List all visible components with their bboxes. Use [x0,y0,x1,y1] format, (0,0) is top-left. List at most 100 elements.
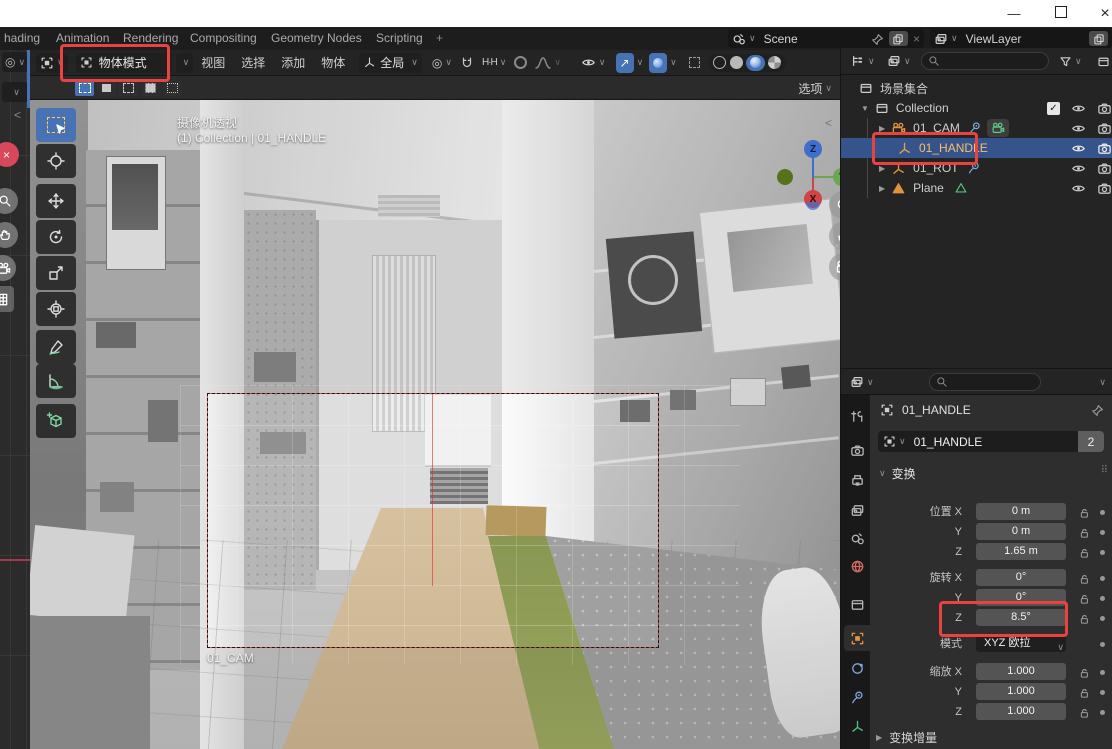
select-mode-extend-button[interactable] [97,80,116,96]
new-scene-button[interactable] [889,31,908,46]
scale-x-field[interactable]: 1.000 [976,663,1066,680]
clipped-header-button[interactable]: ◎∨ [2,52,28,72]
pin-id-icon[interactable] [1091,403,1104,417]
sidebar-collapse-icon[interactable]: < [825,116,832,130]
chevron-down-icon[interactable]: ∨ [637,57,644,68]
lock-icon[interactable] [1078,591,1090,605]
camera-frame[interactable] [207,393,659,648]
tab-physics[interactable] [844,655,871,681]
outliner-row-collection[interactable]: ▼ Collection ✓ [841,98,1112,118]
proportional-falloff-button[interactable]: ∨ [531,53,565,73]
scene-selector[interactable]: ∨ Scene × [728,29,924,48]
tab-tool[interactable] [844,403,871,429]
viewport-3d[interactable]: 01_CAM 摄像机透视 (1) Collection | 01_HANDLE … [30,100,840,749]
tool-cursor[interactable] [36,144,76,178]
hide-eye-icon[interactable] [1071,141,1086,156]
tab-view-layer[interactable] [844,497,871,523]
users-count-badge[interactable]: 2 [1078,431,1104,452]
outliner-row-plane[interactable]: ▶ Plane [841,178,1112,198]
render-visibility-icon[interactable] [1097,181,1112,196]
gizmo-z-ball[interactable]: Z [804,140,822,158]
tab-constraints[interactable] [844,684,871,710]
tool-select-box[interactable] [36,108,76,142]
expand-icon[interactable]: ▶ [879,184,885,193]
menu-select[interactable]: 选择 [233,50,273,76]
chevron-down-icon[interactable]: ∨ [670,57,677,68]
tool-add-cube[interactable] [36,404,76,438]
tool-move[interactable] [36,184,76,218]
hide-eye-icon[interactable] [1071,101,1086,116]
outliner-display-mode-button[interactable]: ∨ [883,51,915,71]
animate-dot[interactable] [1100,616,1105,621]
tool-annotate[interactable] [36,330,76,364]
proportional-edit-button[interactable] [510,53,531,73]
viewlayer-selector[interactable]: ∨ ViewLayer [930,29,1112,48]
delta-transform-panel-header[interactable]: ▶ 变换增量 [876,729,937,746]
pin-icon[interactable] [871,31,884,45]
render-visibility-icon[interactable] [1097,141,1112,156]
select-mode-intersect-button[interactable] [163,80,182,96]
menu-view[interactable]: 视图 [193,50,233,76]
select-mode-subtract-button[interactable] [119,80,138,96]
menu-object[interactable]: 物体 [313,50,353,76]
outliner-editor-type-button[interactable]: ∨ [847,51,879,71]
close-button[interactable]: × [1090,3,1112,24]
outliner-search-input[interactable] [921,52,1049,70]
tab-render[interactable] [844,437,871,463]
location-x-field[interactable]: 0 m [976,503,1066,520]
tab-scripting[interactable]: Scripting [372,27,427,50]
xray-toggle-button[interactable] [685,53,704,73]
tab-shading[interactable]: hading [0,27,44,50]
pan-hand-icon[interactable] [0,222,18,248]
clipped-overlay-button[interactable]: ∨ [2,82,28,102]
render-visibility-icon[interactable] [1097,121,1112,136]
rotation-x-field[interactable]: 0° [976,569,1066,586]
shading-solid-button[interactable] [730,56,743,69]
gizmos-toggle-button[interactable]: ↗ [616,53,634,73]
overlays-toggle-button[interactable] [649,53,667,73]
menu-add[interactable]: 添加 [273,50,313,76]
tab-compositing[interactable]: Compositing [186,27,261,50]
grid-icon[interactable] [0,286,14,312]
panel-drag-handle[interactable]: ⠿ [1101,465,1108,476]
tab-geometry-nodes[interactable]: Geometry Nodes [267,27,366,50]
camera-view-icon[interactable] [0,255,16,281]
render-visibility-icon[interactable] [1097,161,1112,176]
tool-scale[interactable] [36,256,76,290]
tool-rotate[interactable] [36,220,76,254]
tab-scene[interactable] [844,525,871,551]
maximize-button[interactable] [1046,3,1076,24]
select-mode-invert-button[interactable] [141,80,160,96]
unlink-scene-icon[interactable]: × [913,32,920,46]
tab-output[interactable] [844,467,871,493]
render-visibility-icon[interactable] [1097,101,1112,116]
minimize-button[interactable]: — [999,3,1029,24]
hide-eye-icon[interactable] [1071,161,1086,176]
expand-icon[interactable]: ▼ [861,104,869,113]
animate-dot[interactable] [1100,510,1105,515]
add-workspace-button[interactable]: + [432,27,447,50]
shading-rendered-button[interactable] [768,56,781,69]
snap-target-button[interactable]: H·H∨ [478,53,510,73]
tool-transform[interactable] [36,292,76,326]
lock-icon[interactable] [1078,505,1090,519]
zoom-icon[interactable] [0,188,18,214]
new-collection-button[interactable] [1093,51,1112,71]
animate-dot[interactable] [1100,576,1105,581]
lock-icon[interactable] [1078,545,1090,559]
pivot-point-button[interactable]: ◎∨ [428,53,456,73]
properties-search-input[interactable] [929,373,1041,391]
animate-dot[interactable] [1100,596,1105,601]
active-camera-badge[interactable] [987,119,1009,137]
options-dropdown[interactable]: 选项 ∨ [798,79,832,97]
lock-icon[interactable] [1078,665,1090,679]
outliner-filter-button[interactable]: ∨ [1055,51,1086,71]
lock-icon[interactable] [1078,705,1090,719]
hide-eye-icon[interactable] [1071,121,1086,136]
scale-y-field[interactable]: 1.000 [976,683,1066,700]
gizmo-minus-y-ball[interactable] [777,169,793,185]
tool-measure[interactable] [36,364,76,398]
gizmo-y-ball[interactable]: Y [833,168,840,186]
gizmo-minus-z-ball[interactable] [806,202,820,210]
animate-dot[interactable] [1100,690,1105,695]
